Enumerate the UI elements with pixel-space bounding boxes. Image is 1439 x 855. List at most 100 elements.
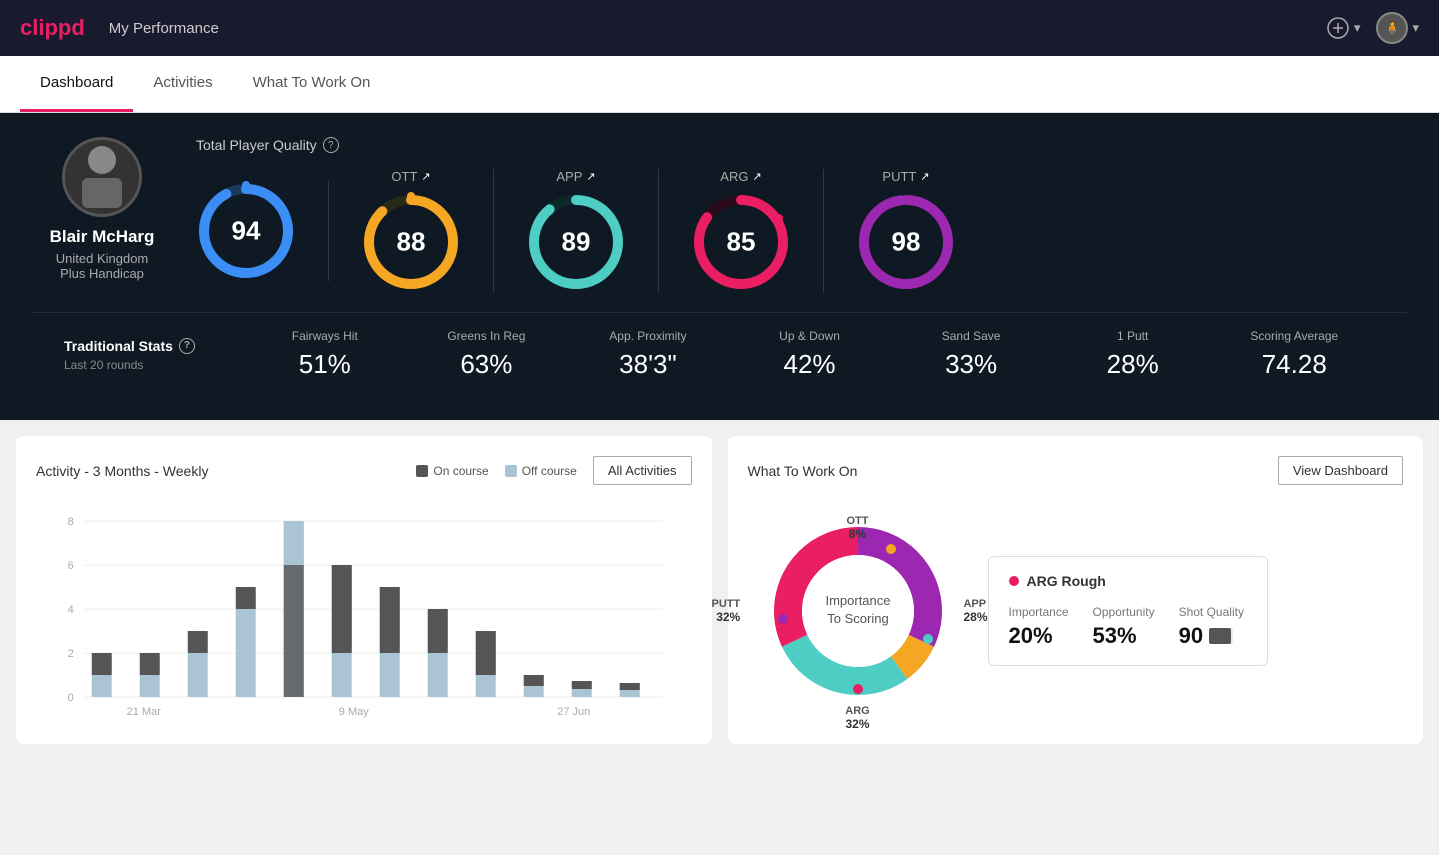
stat-updown: Up & Down 42% — [729, 329, 891, 380]
chart-header: Activity - 3 Months - Weekly On course O… — [36, 456, 692, 485]
view-dashboard-button[interactable]: View Dashboard — [1278, 456, 1403, 485]
user-avatar-button[interactable]: 🧍 ▾ — [1376, 12, 1419, 44]
score-putt: PUTT ↗ 98 — [824, 169, 988, 292]
info-stat-importance: Importance 20% — [1009, 605, 1069, 649]
score-arg: ARG ↗ 85 — [659, 169, 824, 292]
stat-proximity: App. Proximity 38'3" — [567, 329, 729, 380]
legend-on-dot — [416, 465, 428, 477]
stats-sublabel: Last 20 rounds — [64, 358, 244, 372]
svg-text:To Scoring: To Scoring — [827, 611, 888, 626]
chart-controls: On course Off course All Activities — [416, 456, 691, 485]
putt-donut-label: PUTT 32% — [712, 598, 741, 624]
shot-quality-label: Shot Quality — [1179, 605, 1244, 619]
chart-title: Activity - 3 Months - Weekly — [36, 463, 208, 479]
stats-help-icon[interactable]: ? — [179, 338, 195, 354]
donut-chart: Importance To Scoring OTT — [748, 501, 968, 721]
app-ring-chart: 89 — [526, 192, 626, 292]
activity-panel: Activity - 3 Months - Weekly On course O… — [16, 436, 712, 744]
hero-top: Blair McHarg United Kingdom Plus Handica… — [32, 137, 1407, 292]
header-left: clippd My Performance — [20, 15, 219, 41]
importance-value: 20% — [1009, 623, 1069, 649]
player-country: United Kingdom — [56, 251, 149, 266]
arg-ring-chart: 85 — [691, 192, 791, 292]
app-label: APP ↗ — [556, 169, 595, 184]
info-stat-opportunity: Opportunity 53% — [1093, 605, 1155, 649]
svg-text:21 Mar: 21 Mar — [127, 706, 162, 718]
hero-section: Blair McHarg United Kingdom Plus Handica… — [0, 113, 1439, 420]
stats-label-block: Traditional Stats ? Last 20 rounds — [64, 338, 244, 372]
add-button[interactable]: ▾ — [1326, 16, 1361, 40]
stat-sandsave-value: 33% — [945, 349, 997, 380]
shot-quality-value: 90 — [1179, 623, 1203, 649]
stat-fairways-value: 51% — [299, 349, 351, 380]
score-ott: OTT ↗ 88 — [329, 169, 494, 292]
arg-donut-label: ARG 32% — [845, 705, 869, 731]
stat-fairways-label: Fairways Hit — [292, 329, 358, 343]
tab-activities[interactable]: Activities — [133, 56, 232, 112]
stat-scoring-value: 74.28 — [1262, 349, 1327, 380]
player-handicap: Plus Handicap — [60, 266, 144, 281]
shot-quality-bar-fill — [1209, 628, 1231, 644]
tabs-bar: Dashboard Activities What To Work On — [0, 56, 1439, 113]
score-main: 94 — [196, 181, 329, 281]
wtwo-title: What To Work On — [748, 463, 858, 479]
opportunity-value: 53% — [1093, 623, 1155, 649]
main-score-value: 94 — [232, 215, 261, 246]
tpq-label: Total Player Quality ? — [196, 137, 1407, 153]
app-score-value: 89 — [562, 227, 591, 258]
putt-score-value: 98 — [892, 227, 921, 258]
stat-oneputt-value: 28% — [1107, 349, 1159, 380]
arg-score-value: 85 — [727, 227, 756, 258]
stat-scoring-label: Scoring Average — [1250, 329, 1338, 343]
tab-what-to-work-on[interactable]: What To Work On — [233, 56, 391, 112]
player-card: Blair McHarg United Kingdom Plus Handica… — [32, 137, 172, 281]
tab-dashboard[interactable]: Dashboard — [20, 56, 133, 112]
putt-label: PUTT ↗ — [882, 169, 929, 184]
stats-label: Traditional Stats ? — [64, 338, 244, 354]
all-activities-button[interactable]: All Activities — [593, 456, 692, 485]
header-title: My Performance — [109, 20, 219, 37]
shot-quality-bar-bg — [1209, 628, 1233, 644]
info-stats: Importance 20% Opportunity 53% Shot Qual… — [1009, 605, 1247, 649]
stat-greens-label: Greens In Reg — [447, 329, 525, 343]
tpq-help-icon[interactable]: ? — [323, 137, 339, 153]
info-card: ARG Rough Importance 20% Opportunity 53%… — [988, 556, 1268, 666]
svg-text:Importance: Importance — [825, 593, 890, 608]
bar-chart-svg: 8 6 4 2 0 — [36, 501, 692, 721]
chart-area: 8 6 4 2 0 — [36, 501, 692, 721]
ott-ring-chart: 88 — [361, 192, 461, 292]
donut-wrapper: Importance To Scoring OTT — [748, 501, 968, 721]
svg-text:0: 0 — [68, 692, 74, 704]
header-right: ▾ 🧍 ▾ — [1326, 12, 1419, 44]
stat-sandsave: Sand Save 33% — [890, 329, 1052, 380]
info-card-dot — [1009, 576, 1019, 586]
wtwo-header: What To Work On View Dashboard — [748, 456, 1404, 485]
legend-off-dot — [505, 465, 517, 477]
ott-donut-label: OTT 8% — [847, 515, 869, 541]
logo-text: clippd — [20, 15, 85, 41]
score-app: APP ↗ 89 — [494, 169, 659, 292]
putt-arrow-icon: ↗ — [920, 170, 929, 183]
app-donut-label: APP 28% — [963, 598, 987, 624]
stat-greens-value: 63% — [460, 349, 512, 380]
ott-arrow-icon: ↗ — [421, 170, 430, 183]
importance-label: Importance — [1009, 605, 1069, 619]
stat-sandsave-label: Sand Save — [942, 329, 1001, 343]
main-ring-chart: 94 — [196, 181, 296, 281]
header: clippd My Performance ▾ 🧍 ▾ — [0, 0, 1439, 56]
stat-fairways: Fairways Hit 51% — [244, 329, 406, 380]
stat-updown-label: Up & Down — [779, 329, 840, 343]
wtwo-body: Importance To Scoring OTT — [748, 501, 1404, 721]
stat-updown-value: 42% — [784, 349, 836, 380]
stat-proximity-value: 38'3" — [619, 349, 677, 380]
putt-ring-chart: 98 — [856, 192, 956, 292]
stat-scoring: Scoring Average 74.28 — [1213, 329, 1375, 380]
arg-arrow-icon: ↗ — [752, 170, 761, 183]
bottom-section: Activity - 3 Months - Weekly On course O… — [0, 420, 1439, 760]
stat-greens: Greens In Reg 63% — [406, 329, 568, 380]
svg-text:2: 2 — [68, 648, 74, 660]
svg-text:8: 8 — [68, 516, 74, 528]
chart-legend: On course Off course — [416, 464, 577, 478]
player-name: Blair McHarg — [50, 227, 155, 247]
stat-oneputt-label: 1 Putt — [1117, 329, 1148, 343]
